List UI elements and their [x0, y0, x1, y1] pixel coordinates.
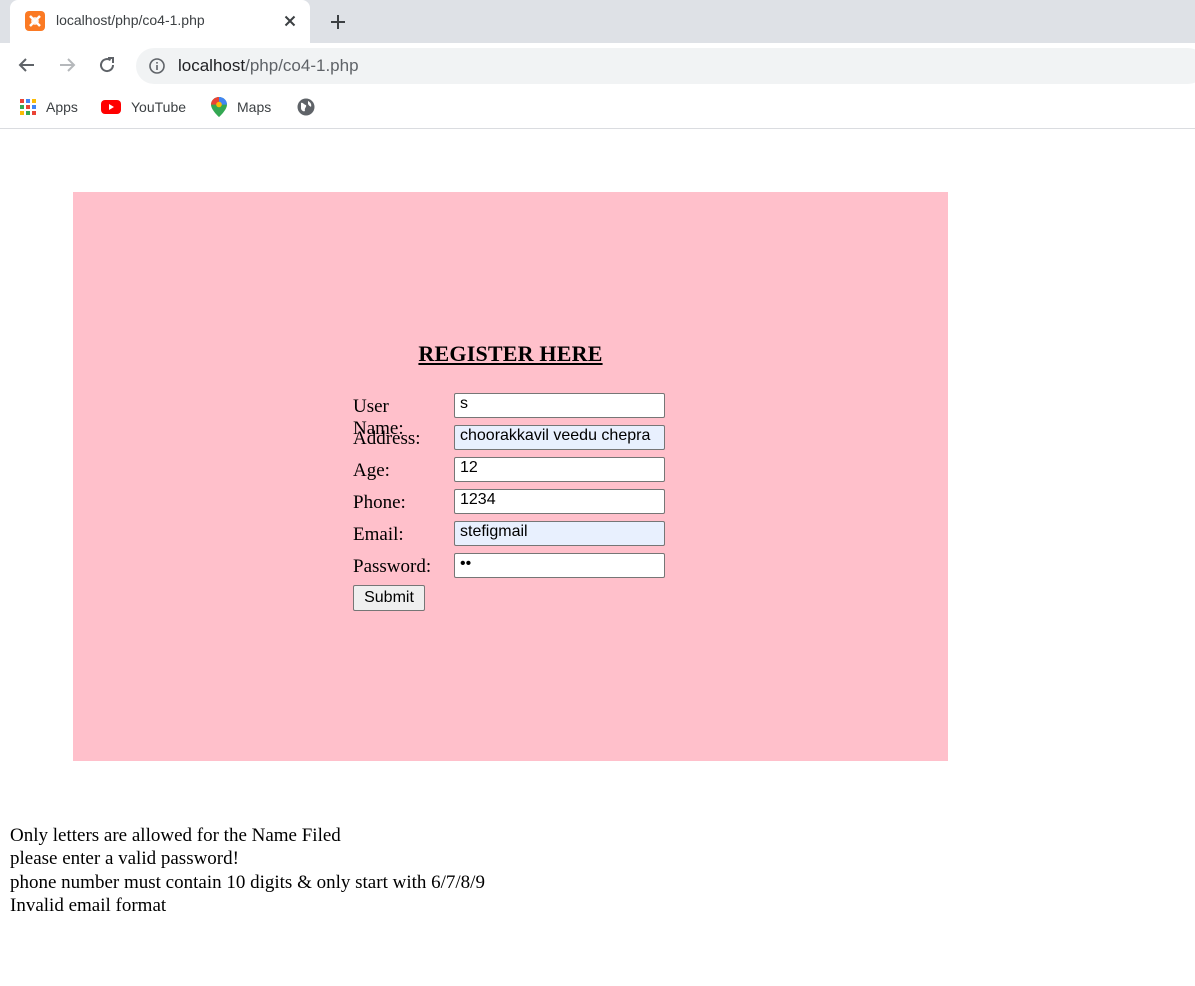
submit-button[interactable]: Submit: [353, 585, 425, 611]
error-phone: phone number must contain 10 digits & on…: [10, 871, 485, 893]
apps-grid-icon: [20, 99, 36, 115]
email-label: Email:: [353, 524, 404, 545]
bookmark-label: Maps: [237, 99, 272, 115]
age-label: Age:: [353, 460, 390, 481]
email-input[interactable]: stefigmail: [454, 521, 665, 546]
bookmarks-bar: Apps YouTube Maps: [0, 86, 1195, 129]
address-bar[interactable]: localhost/php/co4-1.php: [136, 48, 1195, 84]
tab-close-icon[interactable]: [280, 11, 300, 31]
password-label: Password:: [353, 556, 432, 577]
bookmark-apps[interactable]: Apps: [20, 96, 78, 118]
address-label: Address:: [353, 428, 421, 449]
page-content: REGISTER HERE User Name: s Address: choo…: [0, 129, 1195, 986]
new-tab-plus-icon[interactable]: [325, 9, 351, 35]
tab-title: localhost/php/co4-1.php: [56, 12, 205, 28]
error-password: please enter a valid password!: [10, 848, 239, 870]
bookmark-globe[interactable]: [297, 96, 325, 118]
password-input[interactable]: ••: [454, 553, 665, 578]
browser-tab[interactable]: localhost/php/co4-1.php: [10, 0, 310, 43]
back-arrow-icon[interactable]: [14, 52, 40, 78]
xampp-favicon-icon: [25, 11, 45, 31]
bookmark-label: Apps: [46, 99, 78, 115]
browser-toolbar: localhost/php/co4-1.php: [0, 43, 1195, 86]
register-panel: REGISTER HERE User Name: s Address: choo…: [73, 192, 948, 761]
error-name: Only letters are allowed for the Name Fi…: [10, 825, 341, 846]
register-heading: REGISTER HERE: [418, 341, 603, 366]
youtube-icon: [101, 100, 121, 114]
error-messages: Only letters are allowed for the Name Fi…: [10, 824, 485, 917]
bookmark-maps[interactable]: Maps: [211, 96, 271, 118]
tab-strip: localhost/php/co4-1.php: [0, 0, 1195, 43]
age-input[interactable]: 12: [454, 457, 665, 482]
username-input[interactable]: s: [454, 393, 665, 418]
phone-input[interactable]: 1234: [454, 489, 665, 514]
maps-pin-icon: [211, 97, 227, 117]
globe-icon: [297, 98, 315, 116]
bookmark-youtube[interactable]: YouTube: [101, 96, 186, 118]
url-text: localhost/php/co4-1.php: [178, 56, 359, 75]
info-icon[interactable]: [148, 57, 166, 75]
phone-label: Phone:: [353, 492, 406, 513]
forward-arrow-icon[interactable]: [54, 52, 80, 78]
address-input[interactable]: choorakkavil veedu chepra: [454, 425, 665, 450]
reload-icon[interactable]: [94, 52, 120, 78]
bookmark-label: YouTube: [131, 99, 187, 115]
error-email: Invalid email format: [10, 894, 167, 916]
